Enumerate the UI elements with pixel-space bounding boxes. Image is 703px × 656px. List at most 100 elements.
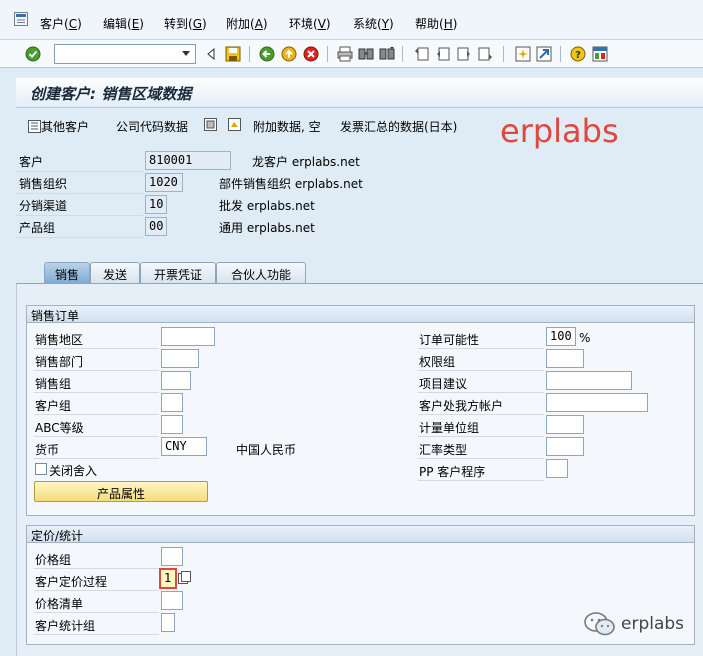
order-probability-input[interactable]: 100 xyxy=(546,327,576,346)
tab-billing[interactable]: 开票凭证 xyxy=(140,262,216,284)
menu-bar: 客户(C) 编辑(E) 转到(G) 附加(A) 环境(V) 系统(Y) 帮助(H… xyxy=(0,0,703,40)
menu-system[interactable]: 系统(Y) xyxy=(353,15,394,32)
command-field[interactable] xyxy=(54,44,196,64)
wechat-icon xyxy=(583,611,617,640)
company-code-data-button[interactable]: 公司代码数据 xyxy=(116,118,188,135)
additional-data-button[interactable]: 附加数据, 空 xyxy=(253,118,321,135)
svg-text:?: ? xyxy=(575,50,581,61)
find-icon[interactable] xyxy=(357,45,375,63)
shortcut-icon[interactable] xyxy=(535,45,553,63)
cust-pricing-procedure-input[interactable]: 1 xyxy=(159,568,177,589)
sales-org-label: 销售组织 xyxy=(19,177,68,191)
menu-edit[interactable]: 编辑(E) xyxy=(103,15,144,32)
cust-stats-group-input[interactable] xyxy=(161,613,175,632)
sales-summary-button[interactable]: 发票汇总的数据(日本) xyxy=(340,118,457,135)
uom-group-input[interactable] xyxy=(546,415,584,434)
cancel-icon[interactable] xyxy=(302,45,320,63)
currency-input[interactable]: CNY xyxy=(161,437,207,456)
save-icon[interactable] xyxy=(224,45,242,63)
authorization-group-input[interactable] xyxy=(546,349,584,368)
customer-label: 客户 xyxy=(19,155,44,169)
other-customer-icon xyxy=(28,120,41,133)
price-group-input[interactable] xyxy=(161,547,183,566)
authorization-group-label: 权限组 xyxy=(419,355,456,369)
tab-partner-functions[interactable]: 合伙人功能 xyxy=(216,262,306,284)
page-title: 创建客户: 销售区域数据 xyxy=(30,85,192,103)
exchange-rate-type-label: 汇率类型 xyxy=(419,443,468,457)
exchange-rate-type-input[interactable] xyxy=(546,437,584,456)
account-at-customer-label: 客户处我方帐户 xyxy=(419,399,504,413)
sales-org-desc: 部件销售组织 erplabs.net xyxy=(219,177,363,191)
wechat-account-name: erplabs xyxy=(621,614,685,634)
screen-title-bar: 创建客户: 销售区域数据 xyxy=(16,78,703,108)
last-page-icon[interactable] xyxy=(476,45,494,63)
group-title: 销售订单 xyxy=(27,306,694,323)
find-next-icon[interactable] xyxy=(378,45,396,63)
customer-group-label: 客户组 xyxy=(35,399,72,413)
menu-help[interactable]: 帮助(H) xyxy=(415,15,457,32)
chevron-down-icon[interactable] xyxy=(177,45,195,63)
value-help-icon[interactable] xyxy=(178,571,191,587)
sales-group-label: 销售组 xyxy=(35,377,72,391)
distr-channel-field: 10 xyxy=(145,195,167,214)
menu-extras[interactable]: 附加(A) xyxy=(226,15,268,32)
help-icon[interactable]: ? xyxy=(569,45,587,63)
price-list-input[interactable] xyxy=(161,591,183,610)
cust-stats-group-label: 客户统计组 xyxy=(35,619,96,633)
price-group-label: 价格组 xyxy=(35,553,72,567)
previous-page-icon[interactable] xyxy=(434,45,452,63)
first-page-icon[interactable] xyxy=(413,45,431,63)
abc-class-input[interactable] xyxy=(161,415,183,434)
window-menu-icon[interactable] xyxy=(14,12,28,26)
tab-shipping[interactable]: 发送 xyxy=(90,262,140,284)
back-icon[interactable] xyxy=(258,45,276,63)
create-session-icon[interactable] xyxy=(514,45,532,63)
menu-goto[interactable]: 转到(G) xyxy=(164,15,207,32)
menu-customer[interactable]: 客户(C) xyxy=(40,15,82,32)
sales-org-field: 1020 xyxy=(145,173,183,192)
paste-icon[interactable] xyxy=(228,118,241,134)
exit-icon[interactable] xyxy=(280,45,298,63)
cust-pricing-procedure-label: 客户定价过程 xyxy=(35,575,108,589)
currency-label: 货币 xyxy=(35,443,60,457)
account-at-customer-input[interactable] xyxy=(546,393,648,412)
customer-field: 810001 xyxy=(145,151,231,170)
item-proposal-input[interactable] xyxy=(546,371,632,390)
sales-office-label: 销售部门 xyxy=(35,355,84,369)
collapse-left-icon[interactable] xyxy=(202,45,220,63)
command-input[interactable] xyxy=(55,45,173,63)
sales-district-input[interactable] xyxy=(161,327,215,346)
other-customer-button[interactable]: 其他客户 xyxy=(28,118,89,135)
customer-desc: 龙客户 erplabs.net xyxy=(252,155,360,169)
copy-icon[interactable] xyxy=(204,118,217,134)
enter-icon[interactable] xyxy=(24,45,42,63)
price-list-label: 价格清单 xyxy=(35,597,84,611)
sales-office-input[interactable] xyxy=(161,349,199,368)
distr-channel-desc: 批发 erplabs.net xyxy=(219,199,315,213)
item-proposal-label: 项目建议 xyxy=(419,377,468,391)
division-desc: 通用 erplabs.net xyxy=(219,221,315,235)
percent-unit: % xyxy=(579,331,591,345)
distr-channel-label: 分销渠道 xyxy=(19,199,68,213)
other-customer-label: 其他客户 xyxy=(41,120,90,134)
tab-sales[interactable]: 销售 xyxy=(44,262,90,284)
next-page-icon[interactable] xyxy=(455,45,473,63)
sales-district-label: 销售地区 xyxy=(35,333,84,347)
product-attributes-button[interactable]: 产品属性 xyxy=(34,481,208,502)
division-field: 00 xyxy=(145,217,167,236)
uom-group-label: 计量单位组 xyxy=(419,421,480,435)
abc-class-label: ABC等级 xyxy=(35,421,84,435)
customer-group-input[interactable] xyxy=(161,393,183,412)
sales-group-input[interactable] xyxy=(161,371,191,390)
rounding-off-label: 关闭舍入 xyxy=(49,464,98,478)
group-title: 定价/统计 xyxy=(27,526,694,543)
pp-customer-procedure-input[interactable] xyxy=(546,459,568,478)
rounding-off-checkbox[interactable] xyxy=(35,463,47,475)
standard-toolbar: ? xyxy=(0,40,703,68)
menu-environment[interactable]: 环境(V) xyxy=(289,15,331,32)
division-label: 产品组 xyxy=(19,221,56,235)
print-icon[interactable] xyxy=(336,45,354,63)
watermark-text: erplabs xyxy=(500,112,619,150)
customize-layout-icon[interactable] xyxy=(591,45,609,63)
pp-customer-procedure-label: PP 客户程序 xyxy=(419,465,486,479)
